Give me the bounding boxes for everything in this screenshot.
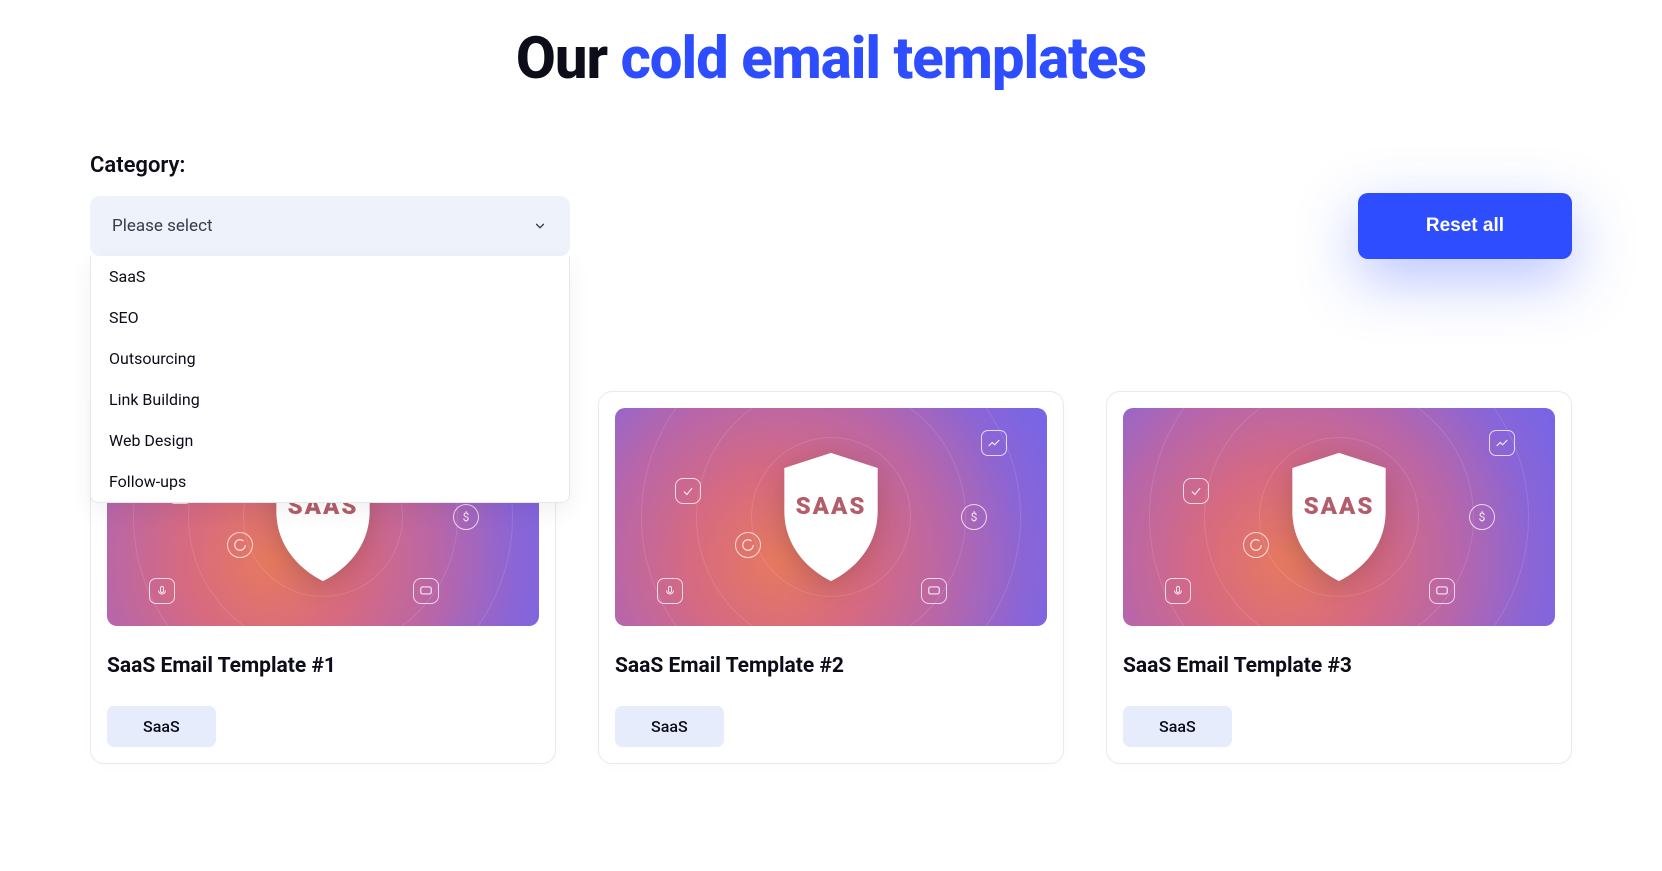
dropdown-option-outsourcing[interactable]: Outsourcing (91, 338, 569, 379)
dropdown-option-seo[interactable]: SEO (91, 297, 569, 338)
shield-text: SAAS (1304, 492, 1375, 520)
shield-text: SAAS (796, 492, 867, 520)
refresh-icon (227, 532, 253, 558)
dropdown-option-link-building[interactable]: Link Building (91, 379, 569, 420)
heading-part-2: cold email templates (621, 25, 1146, 93)
dollar-icon: $ (1469, 504, 1495, 530)
page-title: Our cold email templates (90, 25, 1572, 93)
card-title: SaaS Email Template #3 (1123, 654, 1555, 678)
card-tag[interactable]: SaaS (1123, 706, 1232, 747)
refresh-icon (1243, 532, 1269, 558)
filter-row: Category: Please select SaaS SEO Outsour… (90, 153, 1572, 259)
message-icon (413, 578, 439, 604)
reset-button[interactable]: Reset all (1358, 193, 1572, 259)
select-placeholder: Please select (112, 216, 213, 236)
message-icon (1429, 578, 1455, 604)
shield-icon: SAAS (1280, 447, 1398, 587)
heading-part-1: Our (516, 25, 621, 93)
category-filter: Category: Please select SaaS SEO Outsour… (90, 153, 570, 256)
template-card[interactable]: $ SAAS SaaS Email Template #2 SaaS (598, 391, 1064, 764)
card-image: $ SAAS (1123, 408, 1555, 626)
dollar-icon: $ (453, 504, 479, 530)
category-dropdown: SaaS SEO Outsourcing Link Building Web D… (90, 256, 570, 503)
mic-icon (657, 578, 683, 604)
category-label: Category: (90, 153, 570, 178)
shield-icon: SAAS (772, 447, 890, 587)
dollar-icon: $ (961, 504, 987, 530)
dropdown-option-follow-ups[interactable]: Follow-ups (91, 461, 569, 502)
chart-icon (981, 430, 1007, 456)
check-icon (675, 478, 701, 504)
mic-icon (1165, 578, 1191, 604)
card-title: SaaS Email Template #2 (615, 654, 1047, 678)
template-card[interactable]: $ SAAS SaaS Email Template #3 SaaS (1106, 391, 1572, 764)
card-title: SaaS Email Template #1 (107, 654, 539, 678)
card-tag[interactable]: SaaS (107, 706, 216, 747)
message-icon (921, 578, 947, 604)
card-tag[interactable]: SaaS (615, 706, 724, 747)
chevron-down-icon (532, 218, 548, 234)
dropdown-option-web-design[interactable]: Web Design (91, 420, 569, 461)
dropdown-option-saas[interactable]: SaaS (91, 256, 569, 297)
mic-icon (149, 578, 175, 604)
card-image: $ SAAS (615, 408, 1047, 626)
category-select[interactable]: Please select (90, 196, 570, 256)
chart-icon (1489, 430, 1515, 456)
check-icon (1183, 478, 1209, 504)
refresh-icon (735, 532, 761, 558)
